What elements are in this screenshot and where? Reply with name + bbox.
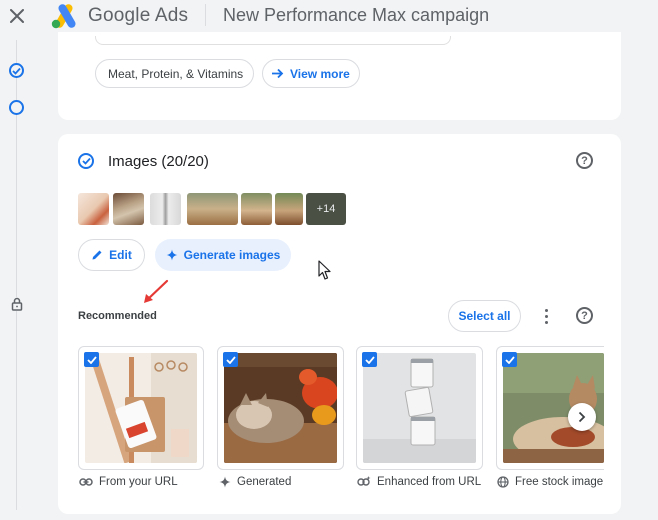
checkbox-checked-icon[interactable] bbox=[502, 352, 517, 367]
section-complete-icon bbox=[78, 153, 94, 169]
page-title: New Performance Max campaign bbox=[223, 5, 490, 25]
images-section-title: Images (20/20) bbox=[108, 153, 209, 170]
image-source-label: Generated bbox=[219, 476, 291, 488]
image-source-text: Free stock image bbox=[515, 476, 604, 488]
edit-button[interactable]: Edit bbox=[78, 239, 145, 271]
more-options-icon[interactable] bbox=[538, 306, 554, 326]
edit-button-label: Edit bbox=[109, 248, 132, 262]
image-thumbnail[interactable] bbox=[241, 193, 272, 225]
image-source-text: Generated bbox=[237, 476, 292, 488]
image-source-text: From your URL bbox=[99, 476, 178, 488]
globe-icon bbox=[497, 476, 509, 488]
mouse-cursor-icon bbox=[318, 260, 332, 282]
image-source-label: From your URL bbox=[79, 476, 178, 488]
image-preview bbox=[224, 353, 337, 463]
recommended-image-card[interactable] bbox=[78, 346, 204, 470]
image-thumbnail[interactable] bbox=[275, 193, 303, 225]
checkbox-checked-icon[interactable] bbox=[362, 352, 377, 367]
google-ads-logo-icon bbox=[50, 3, 78, 29]
recommended-image-card[interactable] bbox=[217, 346, 344, 470]
step-complete-icon[interactable] bbox=[9, 63, 24, 78]
image-thumbnail[interactable] bbox=[187, 193, 238, 225]
view-more-button[interactable]: View more bbox=[262, 59, 360, 88]
arrow-right-icon bbox=[271, 66, 284, 82]
select-all-button[interactable]: Select all bbox=[448, 300, 521, 332]
sparkle-icon bbox=[219, 476, 231, 488]
more-images-thumbnail[interactable]: +14 bbox=[306, 193, 346, 225]
brand-google-text: Google bbox=[88, 5, 151, 26]
topic-chip[interactable]: Meat, Protein, & Vitamins bbox=[95, 59, 254, 88]
carousel-next-button[interactable] bbox=[568, 403, 596, 431]
generate-images-button[interactable]: Generate images bbox=[155, 239, 291, 271]
image-source-label: Enhanced from URL bbox=[357, 476, 481, 488]
lock-icon bbox=[10, 297, 24, 311]
top-bar: Google Ads New Performance Max campaign bbox=[0, 0, 658, 32]
image-preview bbox=[363, 353, 476, 463]
image-source-label: Free stock image bbox=[497, 476, 603, 488]
topics-card-edge bbox=[95, 36, 451, 45]
pencil-icon bbox=[92, 250, 102, 260]
view-more-label: View more bbox=[290, 66, 350, 81]
checkbox-checked-icon[interactable] bbox=[223, 352, 238, 367]
chevron-right-icon bbox=[578, 411, 586, 423]
close-icon[interactable] bbox=[7, 6, 27, 26]
brand-name: Google Ads bbox=[88, 5, 188, 27]
step-current-icon[interactable] bbox=[9, 100, 24, 115]
link-icon bbox=[79, 478, 93, 486]
image-thumbnail[interactable] bbox=[150, 193, 181, 225]
topic-chip-label: Meat, Protein, & Vitamins bbox=[108, 66, 244, 81]
enhanced-link-icon bbox=[357, 476, 371, 486]
brand-ads-text: Ads bbox=[154, 5, 189, 26]
recommended-image-card[interactable] bbox=[356, 346, 483, 470]
annotation-arrow-icon bbox=[144, 279, 169, 303]
help-icon[interactable]: ? bbox=[576, 307, 593, 324]
image-source-text: Enhanced from URL bbox=[377, 476, 482, 488]
header-divider bbox=[205, 4, 206, 26]
generate-images-label: Generate images bbox=[183, 248, 281, 262]
sparkle-icon bbox=[166, 249, 178, 261]
checkbox-checked-icon[interactable] bbox=[84, 352, 99, 367]
help-icon[interactable]: ? bbox=[576, 152, 593, 169]
recommended-label: Recommended bbox=[78, 310, 157, 322]
image-thumbnail[interactable] bbox=[78, 193, 109, 225]
image-preview bbox=[85, 353, 197, 463]
image-thumbnail[interactable] bbox=[113, 193, 144, 225]
